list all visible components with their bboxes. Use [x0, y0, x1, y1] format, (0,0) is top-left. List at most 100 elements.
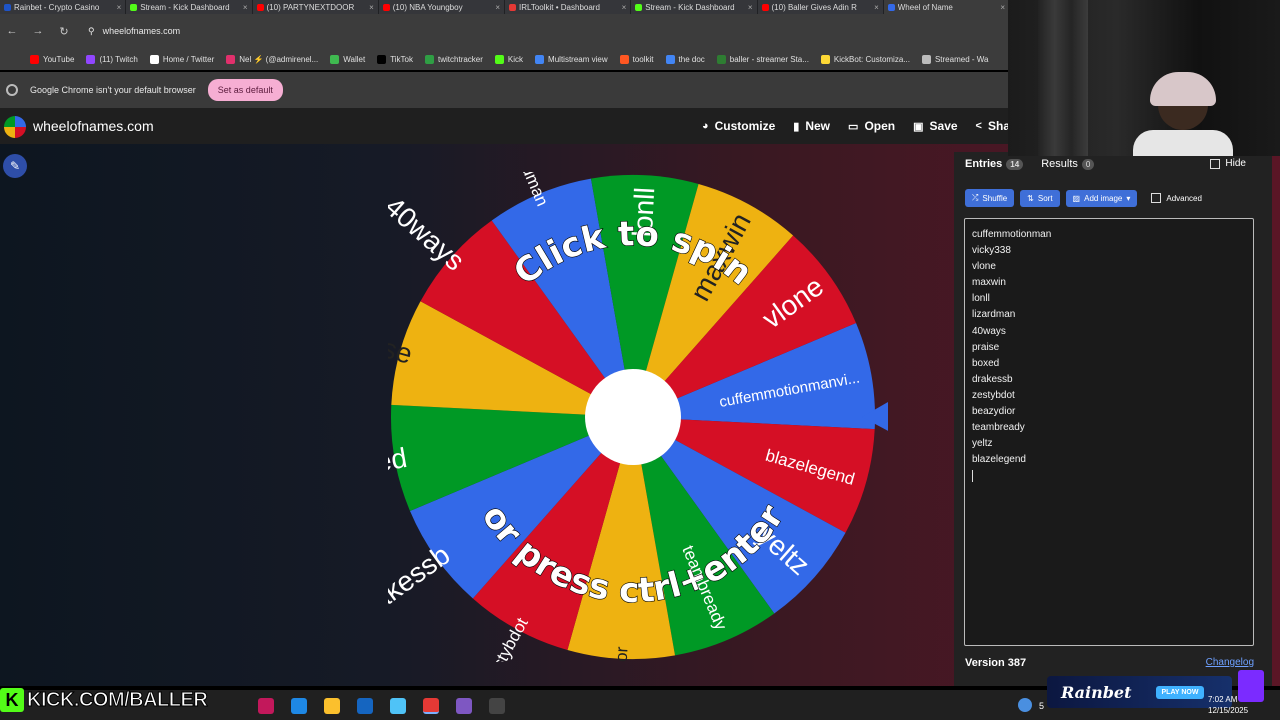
entries-textarea[interactable]: cuffemmotionman vicky338 vlone maxwin lonll l…	[964, 218, 1254, 646]
advanced-checkbox[interactable]	[1151, 193, 1162, 203]
bookmark-item[interactable]: baller - streamer Sta...	[716, 54, 809, 64]
bookmark-label: baller - streamer Sta...	[729, 54, 809, 64]
wheel-slice-label: 40ways	[388, 191, 471, 277]
hide-label: Hide	[1225, 158, 1246, 169]
entry-line: cuffemmotionman	[972, 229, 1052, 240]
bookmark-item[interactable]: twitchtracker	[425, 54, 483, 64]
bookmark-favicon-icon	[820, 54, 830, 64]
tab-close-icon[interactable]: ×	[1000, 3, 1005, 12]
header-save-button[interactable]: ▣ Save	[913, 119, 957, 133]
chrome-taskbar-icon[interactable]	[423, 698, 439, 714]
browser-tab[interactable]: Stream - Kick Dashboard ×	[631, 0, 758, 14]
bookmark-item[interactable]: toolkit	[619, 54, 654, 64]
store-icon[interactable]	[357, 698, 373, 714]
edge-icon[interactable]	[291, 698, 307, 714]
pencil-icon[interactable]: ✎	[3, 154, 27, 178]
bookmark-item[interactable]: Home / Twitter	[149, 54, 214, 64]
tab-close-icon[interactable]: ×	[748, 3, 753, 12]
shuffle-icon: ⤮	[972, 193, 979, 202]
tab-label: (10) Baller Gives Adin R	[771, 2, 857, 12]
sort-button[interactable]: ⇅ Sort	[1020, 189, 1060, 207]
tab-close-icon[interactable]: ×	[243, 3, 248, 12]
bookmark-item[interactable]: Wallet	[330, 54, 366, 64]
tab-label: Rainbet - Crypto Casino	[14, 2, 100, 12]
set-default-button[interactable]: Set as default	[207, 79, 283, 101]
site-header: wheelofnames.com ◕ Customize ▮ New ▭ Open ▣ Sav…	[0, 108, 1010, 144]
sort-icon: ⇅	[1027, 193, 1034, 203]
tab-close-icon[interactable]: ×	[622, 3, 627, 12]
tab-favicon-icon	[4, 3, 11, 11]
changelog-link[interactable]: Changelog	[1206, 657, 1254, 668]
advanced-toggle[interactable]: Advanced	[1151, 193, 1202, 203]
add-image-button[interactable]: ▨ Add image ▾	[1065, 189, 1138, 207]
tab-label: Wheel of Name	[897, 2, 953, 12]
wheel-center-hub[interactable]	[585, 369, 681, 465]
obs-icon[interactable]	[489, 698, 505, 714]
bookmark-label: Kick	[507, 54, 524, 64]
forward-icon[interactable]: →	[30, 25, 46, 37]
header-customize-button[interactable]: ◕ Customize	[702, 119, 775, 133]
hide-toggle[interactable]: Hide	[1210, 158, 1246, 169]
bookmark-label: KickBot: Customiza...	[833, 54, 910, 64]
bookmark-item[interactable]: (11) Twitch	[86, 54, 138, 64]
system-clock[interactable]: 7:02 AM 12/15/2025	[1208, 694, 1248, 716]
site-name[interactable]: wheelofnames.com	[33, 118, 154, 134]
file-icon: ▮	[793, 120, 800, 133]
bookmark-item[interactable]: Kick	[494, 54, 524, 64]
file-explorer-icon[interactable]	[324, 698, 340, 714]
play-now-button[interactable]: PLAY NOW	[1155, 685, 1205, 699]
entries-actions: ⤮ Shuffle ⇅ Sort ▨ Add image ▾ Advanced	[965, 189, 1202, 207]
entry-line: yeltz	[972, 438, 993, 450]
tab-close-icon[interactable]: ×	[369, 3, 374, 12]
bookmark-item[interactable]: TikTok	[377, 54, 413, 64]
tab-close-icon[interactable]: ×	[117, 3, 122, 12]
bookmark-favicon-icon	[665, 54, 675, 64]
address-bar[interactable]: ⚲ wheelofnames.com	[82, 20, 982, 42]
browser-tab[interactable]: (10) Baller Gives Adin R ×	[758, 0, 884, 14]
back-icon[interactable]: ←	[4, 25, 20, 37]
browser-tab[interactable]: (10) PARTYNEXTDOOR ×	[253, 0, 379, 14]
entries-panel: Entries 14 Results 0 Hide ⤮ Shuffle ⇅ Sort…	[954, 152, 1272, 686]
reload-icon[interactable]: ↻	[56, 25, 72, 38]
bookmark-favicon-icon	[377, 54, 387, 64]
weather-icon[interactable]	[1018, 698, 1032, 712]
rainbet-ad[interactable]: Rainbet PLAY NOW	[1047, 676, 1232, 708]
tab-label: (10) NBA Youngboy	[392, 2, 463, 12]
header-menu-label: Open	[864, 119, 896, 133]
version-label: Version 387	[965, 657, 1027, 669]
tab-label: IRLToolkit • Dashboard	[519, 2, 600, 12]
taskbar-app-icon[interactable]	[258, 698, 274, 714]
bookmark-favicon-icon	[86, 54, 96, 64]
bookmark-item[interactable]: Multistream view	[535, 54, 608, 64]
header-new-button[interactable]: ▮ New	[793, 119, 830, 133]
header-menu: ◕ Customize ▮ New ▭ Open ▣ Save < Sha	[702, 108, 1010, 144]
browser-tab[interactable]: Stream - Kick Dashboard ×	[126, 0, 253, 14]
header-open-button[interactable]: ▭ Open	[848, 119, 895, 133]
text-caret	[972, 470, 973, 483]
mail-icon[interactable]	[390, 698, 406, 714]
tab-close-icon[interactable]: ×	[495, 3, 500, 12]
bookmark-favicon-icon	[330, 54, 340, 64]
entry-line: lonll	[972, 293, 990, 305]
bookmark-item[interactable]: YouTube	[30, 54, 75, 64]
bookmark-favicon-icon	[425, 54, 435, 64]
discord-icon[interactable]	[456, 698, 472, 714]
bookmark-item[interactable]: KickBot: Customiza...	[820, 54, 910, 64]
header-sha-button[interactable]: < Sha	[976, 119, 1010, 133]
bookmark-item[interactable]: Streamed - Wa	[921, 54, 988, 64]
tab-close-icon[interactable]: ×	[874, 3, 879, 12]
browser-tab[interactable]: Rainbet - Crypto Casino ×	[0, 0, 127, 14]
hide-checkbox[interactable]	[1210, 158, 1221, 169]
bookmark-label: Wallet	[343, 54, 366, 64]
browser-tab[interactable]: IRLToolkit • Dashboard ×	[505, 0, 632, 14]
bookmark-item[interactable]: the doc	[665, 54, 705, 64]
shuffle-button[interactable]: ⤮ Shuffle	[965, 189, 1015, 207]
bookmark-item[interactable]: Nel ⚡ (@admirenel...	[226, 54, 318, 64]
wheel[interactable]: cuffemmotionmanvi...blazelegendyeltzteam…	[388, 172, 888, 662]
entry-line: teambready	[972, 422, 1025, 434]
browser-tab[interactable]: (10) NBA Youngboy ×	[379, 0, 505, 14]
browser-tab[interactable]: Wheel of Name ×	[883, 0, 1010, 14]
bookmark-label: YouTube	[43, 54, 75, 64]
site-info-icon[interactable]: ⚲	[88, 26, 95, 37]
wheel-logo-icon[interactable]	[4, 116, 26, 138]
